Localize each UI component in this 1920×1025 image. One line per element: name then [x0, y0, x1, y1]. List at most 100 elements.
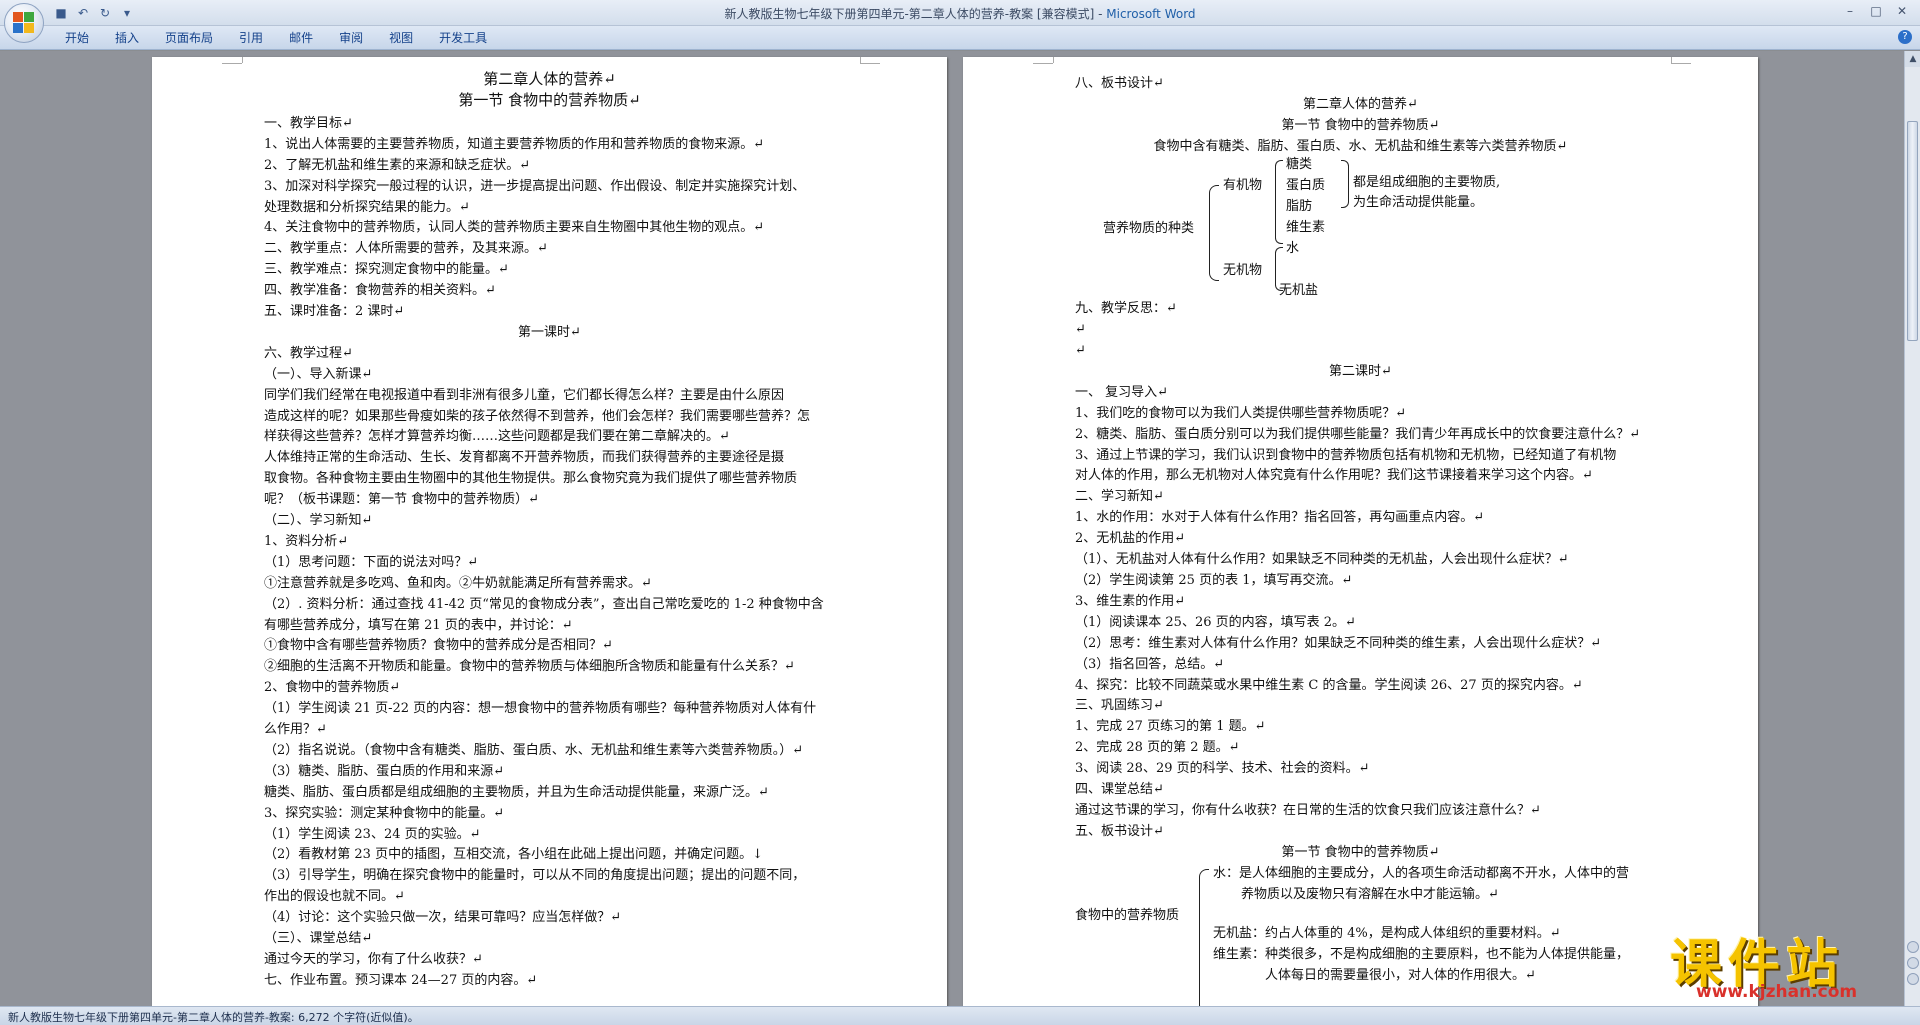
select-browse-object-icon[interactable] — [1907, 957, 1919, 969]
text-line: 3、维生素的作用↵ — [1075, 594, 1186, 609]
scroll-thumb[interactable] — [1907, 121, 1918, 341]
crop-mark — [1033, 63, 1053, 64]
text-line: （1）阅读课本 25、26 页的内容，填写表 2。↵ — [1075, 615, 1356, 630]
text-line: 同学们我们经常在电视报道中看到非洲有很多儿童，它们都长得怎么样？主要是由什么原因 — [264, 388, 785, 403]
tab-insert[interactable]: 插入 — [102, 30, 152, 46]
text-line: 1、说出人体需要的主要营养物质，知道主要营养物质的作用和营养物质的食物来源。↵ — [264, 137, 765, 152]
brace — [1209, 185, 1219, 281]
diagram-sugar: 糖类 — [1286, 157, 1313, 172]
diagram-fat: 脂肪 — [1286, 199, 1313, 214]
brace — [1341, 160, 1349, 208]
text-line: 1、资料分析↵ — [264, 534, 349, 549]
maximize-icon[interactable]: □ — [1864, 2, 1888, 20]
text-line: 八、板书设计↵ — [1075, 76, 1164, 91]
office-button[interactable] — [4, 3, 44, 43]
text-line: 一、 复习导入↵ — [1075, 385, 1169, 400]
text-line: 2、食物中的营养物质↵ — [264, 680, 401, 695]
text-line: 二、学习新知↵ — [1075, 489, 1164, 504]
text-line: 么作用？↵ — [264, 722, 327, 737]
text-line: 食物中含有糖类、脂肪、蛋白质、水、无机盐和维生素等六类营养物质↵ — [1153, 139, 1568, 154]
text-line: 4、探究：比较不同蔬菜或水果中维生素 C 的含量。学生阅读 26、27 页的探究… — [1075, 678, 1583, 693]
text-line: （3）引导学生，明确在探究食物中的能量时，可以从不同的角度提出问题；提出的问题不… — [264, 868, 806, 883]
ribbon-tabs: 开始 插入 页面布局 引用 邮件 审阅 视图 开发工具 — [52, 30, 500, 46]
help-icon[interactable]: ? — [1898, 30, 1912, 44]
text-line: （4）讨论：这个实验只做一次，结果可靠吗？应当怎样做？↵ — [264, 910, 622, 925]
text-line: （2）指名说说。（食物中含有糖类、脂肪、蛋白质、水、无机盐和维生素等六类营养物质… — [264, 743, 804, 758]
office-logo-icon — [13, 12, 35, 34]
text-line: （2）思考：维生素对人体有什么作用？如果缺乏不同种类的维生素，人会出现什么症状？… — [1075, 636, 1602, 651]
diagram-protein: 蛋白质 — [1286, 178, 1326, 193]
text-line: （2）学生阅读第 25 页的表 1，填写再交流。↵ — [1075, 573, 1353, 588]
title-bar: ■ ↶ ↻ ▾ 新人教版生物七年级下册第四单元-第二章人体的营养-教案 [兼容模… — [0, 0, 1920, 26]
brace — [1199, 869, 1209, 1006]
tab-references[interactable]: 引用 — [226, 30, 276, 46]
text-line: 人体维持正常的生命活动、生长、发育都离不开营养物质，而我们获得营养的主要途径是摄 — [264, 450, 785, 465]
text-line: ②细胞的生活离不开物质和能量。食物中的营养物质与体细胞所含物质和能量有什么关系？… — [264, 659, 795, 674]
document-page-left[interactable]: 第二章人体的营养↵ 第一节 食物中的营养物质↵ 一、教学目标↵ 1、说出人体需要… — [152, 57, 947, 1006]
text-line: （1）学生阅读 21 页-22 页的内容：想一想食物中的营养物质有哪些？每种营养… — [264, 701, 817, 716]
text-line: 作出的假设也就不同。↵ — [264, 889, 405, 904]
text-line: 2、完成 28 页的第 2 题。↵ — [1075, 740, 1240, 755]
diagram-vitamin-cont: 人体每日的需要量很小，对人体的作用很大。↵ — [1265, 968, 1536, 983]
text-line: 1、水的作用：水对于人体有什么作用？指名回答，再勾画重点内容。↵ — [1075, 510, 1485, 525]
lesson-heading: 第二课时↵ — [1329, 364, 1392, 379]
text-line: 3、阅读 28、29 页的科学、技术、社会的资料。↵ — [1075, 761, 1370, 776]
tab-mailings[interactable]: 邮件 — [276, 30, 326, 46]
text-line: ①食物中含有哪些营养物质？食物中的营养成分是否相同？↵ — [264, 638, 613, 653]
ribbon-tab-bar: 开始 插入 页面布局 引用 邮件 审阅 视图 开发工具 ? — [0, 26, 1920, 50]
document-title: 新人教版生物七年级下册第四单元-第二章人体的营养-教案 [兼容模式] - — [724, 7, 1107, 21]
text-line: （2）看教材第 23 页中的插图，互相交流，各小组在此础上提出问题，并确定问题。… — [264, 847, 763, 862]
text-line: （1）学生阅读 23、24 页的实验。↵ — [264, 827, 481, 842]
tab-view[interactable]: 视图 — [376, 30, 426, 46]
text-line: 处理数据和分析探究结果的能力。↵ — [264, 200, 470, 215]
diagram-organic: 有机物 — [1223, 178, 1263, 193]
text-line: 五、板书设计↵ — [1075, 824, 1164, 839]
text-line: 3、加深对科学探究一般过程的认识，进一步提高提出问题、作出假设、制定并实施探究计… — [264, 179, 806, 194]
paragraph-mark: ↵ — [1075, 343, 1086, 358]
board-chapter-title: 第二章人体的营养↵ — [1303, 97, 1418, 112]
tab-page-layout[interactable]: 页面布局 — [152, 30, 226, 46]
text-line: （3）糖类、脂肪、蛋白质的作用和来源↵ — [264, 764, 505, 779]
section-title: 第一节 食物中的营养物质↵ — [458, 91, 641, 109]
text-line: （二）、学习新知↵ — [264, 513, 373, 528]
board-section-title: 第一节 食物中的营养物质↵ — [1281, 845, 1440, 860]
prev-page-icon[interactable] — [1907, 941, 1919, 953]
text-line: 取食物。各种食物主要由生物圈中的其他生物提供。那么食物究竟为我们提供了哪些营养物… — [264, 471, 798, 486]
text-line: 二、教学重点：人体所需要的营养，及其来源。↵ — [264, 241, 548, 256]
text-line: 六、教学过程↵ — [264, 346, 353, 361]
status-text: 新人教版生物七年级下册第四单元-第二章人体的营养-教案: 6,272 个字符(近… — [8, 1011, 419, 1024]
diagram-root: 营养物质的种类 — [1103, 221, 1195, 236]
vertical-scrollbar[interactable]: ▲ — [1904, 51, 1920, 1006]
crop-mark — [1671, 63, 1691, 64]
text-line: 糖类、脂肪、蛋白质都是组成细胞的主要物质，并且为生命活动提供能量，来源广泛。↵ — [264, 785, 769, 800]
text-line: 2、了解无机盐和维生素的来源和缺乏症状。↵ — [264, 158, 531, 173]
paragraph-mark: ↵ — [1075, 322, 1086, 337]
tab-review[interactable]: 审阅 — [326, 30, 376, 46]
next-page-icon[interactable] — [1907, 973, 1919, 985]
window-controls: – □ ✕ — [1838, 2, 1914, 20]
watermark-url: www.kjzhan.com — [1696, 982, 1858, 1002]
app-name: Microsoft Word — [1106, 7, 1196, 21]
diagram-salt: 无机盐：约占人体重的 4%，是构成人体组织的重要材料。↵ — [1213, 926, 1561, 941]
text-line: （一）、导入新课↵ — [264, 367, 373, 382]
tab-home[interactable]: 开始 — [52, 30, 102, 46]
text-line: 四、教学准备：食物营养的相关资料。↵ — [264, 283, 496, 298]
minimize-icon[interactable]: – — [1838, 2, 1862, 20]
diagram-vitamin: 维生素 — [1286, 220, 1326, 235]
text-line: 1、我们吃的食物可以为我们人类提供哪些营养物质呢？↵ — [1075, 406, 1407, 421]
tab-developer[interactable]: 开发工具 — [426, 30, 500, 46]
diagram-water-cont: 养物质以及废物只有溶解在水中才能运输。↵ — [1241, 887, 1499, 902]
text-line: 1、完成 27 页练习的第 1 题。↵ — [1075, 719, 1266, 734]
document-page-right[interactable]: 八、板书设计↵ 第二章人体的营养↵ 第一节 食物中的营养物质↵ 食物中含有糖类、… — [963, 57, 1758, 1006]
scroll-up-icon[interactable]: ▲ — [1905, 51, 1920, 67]
diagram-water: 水：是人体细胞的主要成分，人的各项生命活动都离不开水，人体中的营 — [1213, 866, 1630, 881]
diagram-salt: 无机盐 — [1279, 283, 1319, 298]
text-line: 五、课时准备：2 课时↵ — [264, 304, 405, 319]
text-line: 2、糖类、脂肪、蛋白质分别可以为我们提供哪些能量？我们青少年再成长中的饮食要注意… — [1075, 427, 1641, 442]
text-line: 3、探究实验：测定某种食物中的能量。↵ — [264, 806, 505, 821]
crop-mark — [222, 63, 242, 64]
close-icon[interactable]: ✕ — [1890, 2, 1914, 20]
text-line: 呢？（板书课题：第一节 食物中的营养物质）↵ — [264, 492, 540, 507]
diagram-vitamin: 维生素：种类很多，不是构成细胞的主要原料，也不能为人体提供能量， — [1213, 947, 1630, 962]
lesson-heading: 第一课时↵ — [518, 325, 581, 340]
